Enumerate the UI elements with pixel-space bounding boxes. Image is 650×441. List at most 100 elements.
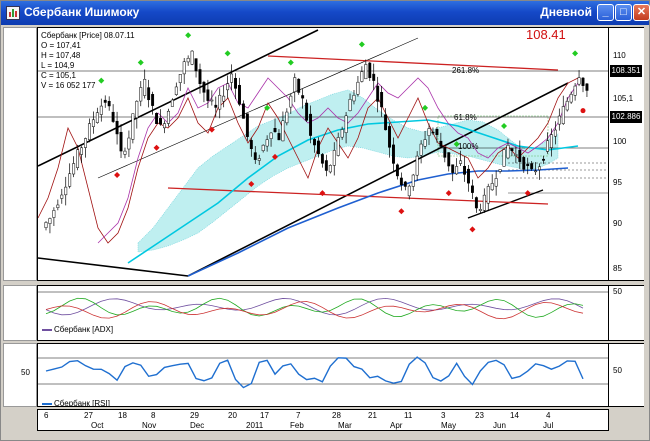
candle-body (573, 85, 577, 96)
x-day-14: 14 (510, 411, 519, 420)
candle-body (115, 120, 119, 135)
candle-body (459, 160, 463, 164)
x-month-oct: Oct (91, 421, 104, 430)
candle-body (565, 100, 569, 111)
adx-y-axis[interactable]: 50 (609, 285, 644, 341)
candle-body (388, 126, 391, 148)
candle-body (482, 194, 486, 211)
candle-body (151, 94, 155, 106)
candle-body (127, 137, 131, 150)
candle-body (455, 166, 459, 175)
candle-body (277, 133, 281, 141)
x-month-apr: Apr (390, 421, 403, 430)
candle-body (336, 137, 340, 156)
candle-body (344, 115, 348, 133)
candle-body (265, 139, 269, 147)
candle-body (48, 218, 52, 224)
candle-body (423, 139, 427, 147)
price-panel[interactable]: Сбербанк [Price] 08.07.11 O = 107,41 H =… (37, 27, 609, 281)
candle-body (281, 120, 285, 142)
candle-body (103, 99, 107, 103)
candle-body (561, 106, 565, 124)
rsi-panel[interactable]: Сбербанк [RSI] (37, 343, 609, 407)
candle-body (257, 158, 261, 161)
y-tick-110: 110 (613, 51, 626, 60)
signal-down-marker (398, 208, 405, 215)
candle-body (498, 169, 502, 172)
candle-body (514, 154, 518, 156)
x-day-20: 20 (228, 411, 237, 420)
rsi-y-axis[interactable]: 50 (609, 343, 644, 407)
candle-body (486, 186, 490, 204)
candle-body (526, 163, 530, 167)
candle-body (111, 111, 115, 122)
rsi-left-margin: 50 (3, 343, 37, 407)
candle-body (478, 209, 482, 211)
x-day-27: 27 (84, 411, 93, 420)
signal-up-marker (287, 59, 294, 66)
chart-app-icon (6, 6, 20, 20)
signal-down-marker (445, 190, 452, 197)
y-tick-90: 90 (613, 219, 622, 228)
candle-body (419, 143, 423, 156)
adx-minus-di-line (45, 301, 584, 320)
candle-body (380, 91, 384, 108)
signal-down-marker (469, 226, 476, 233)
adx-panel[interactable]: Сбербанк [ADX] (37, 285, 609, 341)
candle-body (427, 128, 431, 136)
candle-body (56, 204, 60, 208)
candle-body (285, 111, 289, 124)
x-day-3: 3 (441, 411, 446, 420)
candle-body (68, 173, 72, 187)
candle-body (159, 118, 162, 125)
ohlc-open: O = 107,41 (41, 41, 81, 50)
ohlc-high: H = 107,48 (41, 51, 81, 60)
candle-body (585, 83, 589, 91)
candle-body (190, 50, 194, 65)
candle-body (407, 185, 411, 197)
x-day-18: 18 (118, 411, 127, 420)
date-axis[interactable]: 6 27 18 8 29 20 17 7 28 21 11 3 23 14 4 … (37, 409, 609, 431)
candle-body (52, 210, 56, 218)
candle-body (534, 170, 538, 173)
price-y-axis[interactable]: 110 105,1 100 95 90 85 108.351 102.886 (609, 27, 644, 281)
candle-body (95, 112, 99, 123)
y-tick-85: 85 (613, 264, 622, 273)
candle-body (194, 58, 198, 72)
minimize-button[interactable]: _ (597, 4, 614, 21)
x-month-may: May (441, 421, 457, 430)
candle-body (76, 149, 80, 168)
candle-body (301, 95, 305, 99)
candle-body (289, 95, 293, 108)
candle-body (297, 78, 301, 93)
candle-body (368, 62, 372, 78)
candle-body (202, 81, 206, 93)
rsi-chart (38, 356, 608, 389)
candle-body (241, 103, 245, 119)
candle-body (269, 132, 273, 139)
chart-window: Сбербанк Ишимоку Дневной _ □ ✕ 50 Сберба… (0, 0, 650, 441)
candle-body (64, 186, 68, 196)
rsi-label: Сбербанк [RSI] (54, 399, 110, 407)
candle-body (451, 164, 455, 173)
candle-body (182, 61, 186, 75)
candle-body (328, 165, 332, 173)
candle-body (360, 71, 364, 82)
maximize-button[interactable]: □ (615, 4, 632, 21)
candle-body (372, 73, 376, 81)
candle-body (348, 99, 352, 112)
close-button[interactable]: ✕ (633, 4, 650, 21)
candle-body (411, 174, 415, 187)
candle-body (245, 113, 249, 137)
candle-body (542, 158, 545, 161)
x-month-dec: Dec (190, 421, 205, 430)
candle-body (395, 164, 399, 177)
signal-up-marker (501, 122, 508, 129)
candle-body (510, 148, 514, 151)
title-bar[interactable]: Сбербанк Ишимоку Дневной _ □ ✕ (1, 1, 650, 25)
period-label[interactable]: Дневной (524, 5, 592, 19)
candle-body (163, 123, 166, 129)
x-day-17: 17 (260, 411, 269, 420)
rsi-left-tick: 50 (21, 368, 30, 377)
candle-body (546, 140, 549, 152)
